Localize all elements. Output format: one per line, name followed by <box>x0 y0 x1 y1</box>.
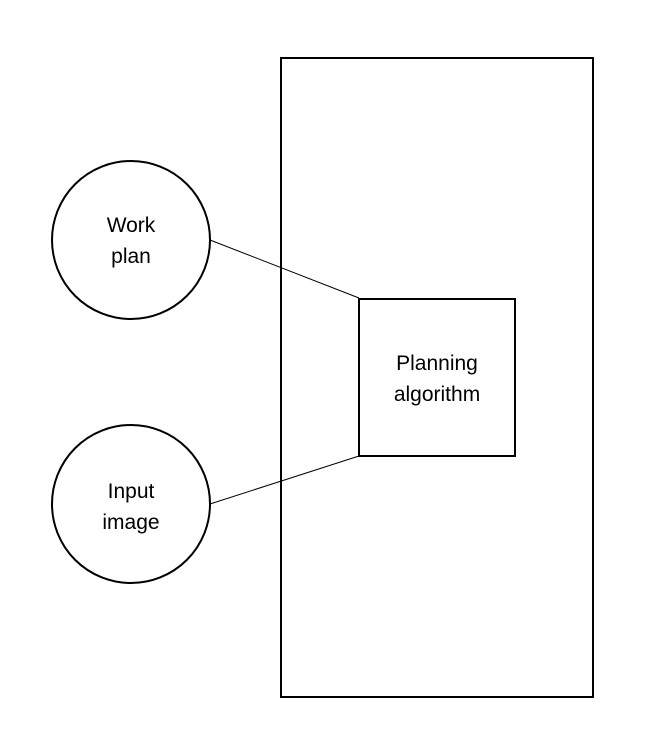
node-planning-algorithm: Planning algorithm <box>358 298 516 457</box>
planning-algorithm-box <box>358 298 516 457</box>
input-image-circle <box>51 424 211 584</box>
work-plan-circle <box>51 160 211 320</box>
input-image-label-line1: Input <box>108 480 155 503</box>
work-plan-label-line2: plan <box>111 245 151 268</box>
node-work-plan: Work plan <box>51 160 211 320</box>
planning-algorithm-label-line2: algorithm <box>394 383 480 406</box>
planning-algorithm-label-line1: Planning <box>396 352 478 375</box>
work-plan-label-line1: Work <box>107 214 156 237</box>
node-input-image: Input image <box>51 424 211 584</box>
connector-input-image-to-planning-algorithm <box>209 455 360 505</box>
input-image-label-line2: image <box>102 511 159 534</box>
connector-work-plan-to-planning-algorithm <box>209 239 360 299</box>
diagram-canvas: Work plan Input image Planning algorithm <box>51 57 594 698</box>
